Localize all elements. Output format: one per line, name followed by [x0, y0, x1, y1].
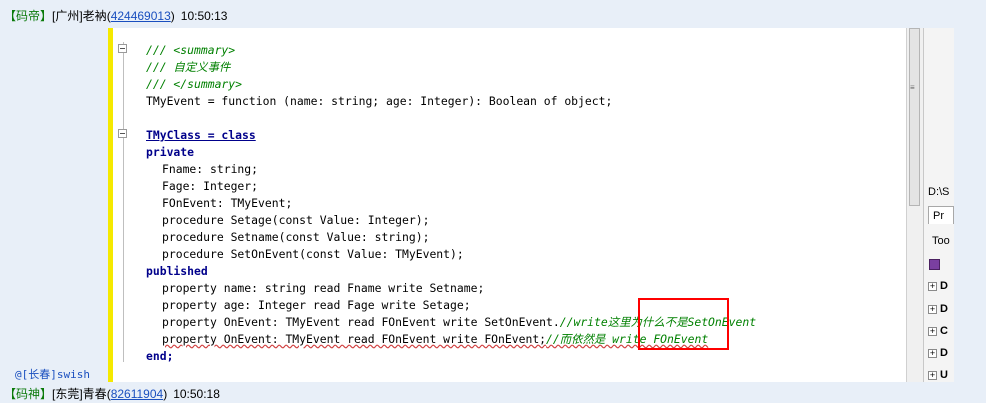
- sender-name: [东莞]青春: [52, 387, 107, 401]
- code-line: /// <summary>: [146, 43, 236, 57]
- editor-margin: [113, 28, 117, 382]
- code-line: /// 自定义事件: [146, 60, 231, 74]
- code-line: Fage: Integer;: [162, 179, 259, 193]
- project-panel: D:\S Pr Too + D + D + C + D + U: [923, 28, 954, 382]
- tool-palette-label: Too: [932, 235, 950, 247]
- code-line: procedure Setname(const Value: string);: [162, 230, 430, 244]
- expand-icon: +: [928, 347, 937, 358]
- sender-title: 【码帝】: [4, 9, 53, 23]
- fold-toggle-icon[interactable]: [118, 44, 127, 53]
- vertical-scrollbar[interactable]: ≡: [906, 28, 923, 382]
- chat-message-header: 【码帝】[广州]老衲(424469013) 10:50:13: [4, 9, 228, 23]
- expand-icon: +: [928, 325, 937, 336]
- tool-category[interactable]: + D: [928, 303, 948, 315]
- fold-toggle-icon[interactable]: [118, 129, 127, 138]
- code-line: property name: string read Fname write S…: [162, 281, 485, 295]
- mention-text: @[长春]swish: [15, 368, 90, 381]
- tool-category[interactable]: + C: [928, 325, 948, 337]
- message-time: 10:50:18: [173, 387, 220, 401]
- red-highlight-box: [638, 298, 729, 350]
- code-line: end;: [146, 349, 174, 363]
- code-line: procedure Setage(const Value: Integer);: [162, 213, 430, 227]
- sender-qq-link[interactable]: 424469013: [111, 9, 171, 23]
- code-line: TMyClass = class: [146, 128, 256, 142]
- code-line: TMyEvent = function (name: string; age: …: [146, 94, 613, 108]
- code-line: property age: Integer read Fage write Se…: [162, 298, 471, 312]
- tool-category[interactable]: + D: [928, 280, 948, 292]
- chat-message-header: 【码神】[东莞]青春(82611904) 10:50:18: [4, 387, 220, 401]
- code-line: published: [146, 264, 208, 278]
- code-line: FOnEvent: TMyEvent;: [162, 196, 293, 210]
- sender-title: 【码神】: [4, 387, 53, 401]
- tab-project[interactable]: Pr: [928, 206, 954, 224]
- sender-name: [广州]老衲: [52, 9, 107, 23]
- code-screenshot: /// <summary> /// 自定义事件 /// </summary> T…: [108, 28, 954, 382]
- message-time: 10:50:13: [180, 9, 228, 23]
- palette-icon[interactable]: [929, 259, 940, 270]
- code-line: private: [146, 145, 195, 159]
- fold-gutter-line: [123, 42, 124, 362]
- code-line: procedure SetOnEvent(const Value: TMyEve…: [162, 247, 464, 261]
- tool-category[interactable]: + D: [928, 347, 948, 359]
- expand-icon: +: [928, 280, 937, 291]
- expand-icon: +: [928, 303, 937, 314]
- sender-qq-link[interactable]: 82611904: [111, 387, 164, 401]
- expand-icon: +: [928, 369, 937, 380]
- tool-category[interactable]: + U: [928, 369, 948, 381]
- code-line: Fname: string;: [162, 162, 259, 176]
- code-line: /// </summary>: [146, 77, 243, 91]
- grip-icon: ≡: [910, 83, 915, 92]
- code-line: property OnEvent: TMyEvent read FOnEvent…: [162, 332, 709, 346]
- path-label: D:\S: [928, 186, 950, 198]
- scrollbar-thumb[interactable]: [909, 28, 920, 206]
